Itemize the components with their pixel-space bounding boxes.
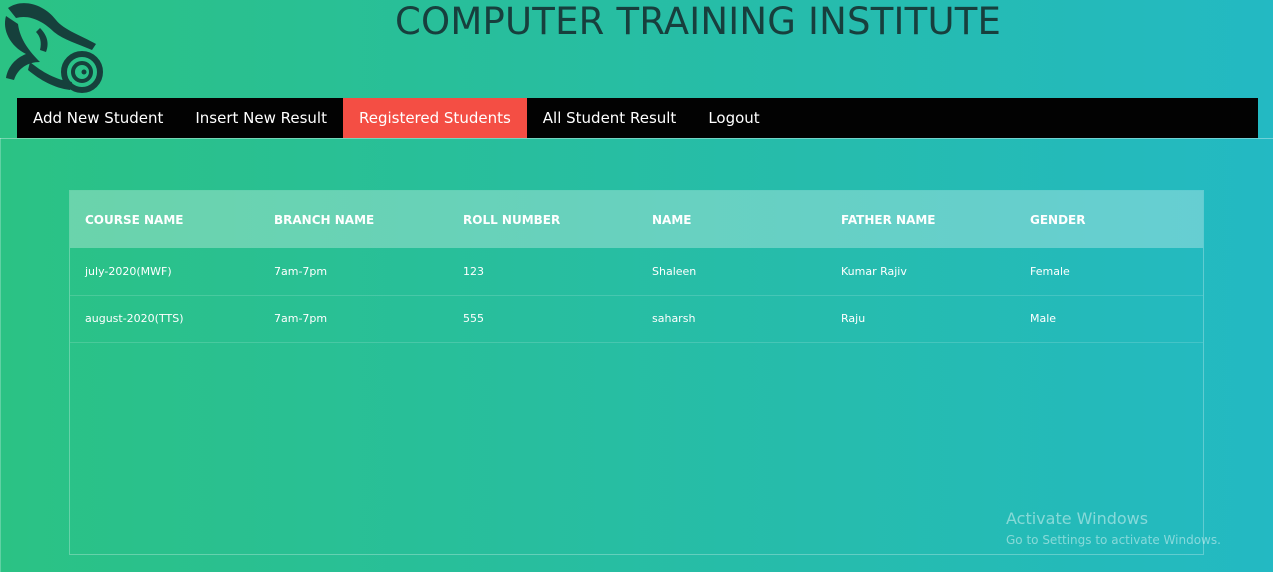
cell-gender: Male [1030, 312, 1057, 325]
cell-name: saharsh [652, 312, 696, 325]
nav-registered-students[interactable]: Registered Students [342, 98, 527, 138]
column-header-gender: GENDER [1030, 212, 1086, 227]
activate-windows-watermark: Activate Windows Go to Settings to activ… [1006, 509, 1221, 551]
column-header-name: NAME [652, 212, 692, 227]
table-header-row: COURSE NAME BRANCH NAME ROLL NUMBER NAME… [70, 191, 1203, 248]
cell-father-name: Raju [841, 312, 866, 325]
cell-course-name: august-2020(TTS) [85, 312, 184, 325]
institute-logo-icon [4, 3, 103, 93]
cell-father-name: Kumar Rajiv [841, 264, 907, 278]
table-row: july-2020(MWF) 7am-7pm 123 Shaleen Kumar… [70, 248, 1203, 295]
cell-name: Shaleen [652, 264, 697, 278]
column-header-branch-name: BRANCH NAME [274, 212, 375, 227]
content-left-border [0, 138, 1, 572]
page-title: COMPUTER TRAINING INSTITUTE [395, 0, 1002, 43]
registered-students-table: COURSE NAME BRANCH NAME ROLL NUMBER NAME… [70, 191, 1203, 343]
cell-roll-number: 555 [463, 312, 484, 325]
nav-logout[interactable]: Logout [692, 98, 775, 138]
cell-roll-number: 123 [463, 264, 484, 278]
table-row: august-2020(TTS) 7am-7pm 555 saharsh Raj… [70, 295, 1203, 342]
nav-all-student-result[interactable]: All Student Result [527, 98, 693, 138]
column-header-father-name: FATHER NAME [841, 212, 936, 227]
nav-add-new-student[interactable]: Add New Student [17, 98, 179, 138]
watermark-title: Activate Windows [1006, 509, 1149, 528]
content-divider [0, 138, 1273, 139]
nav-insert-new-result[interactable]: Insert New Result [179, 98, 343, 138]
watermark-subtitle: Go to Settings to activate Windows. [1006, 533, 1221, 547]
cell-gender: Female [1030, 264, 1070, 278]
students-table-container: COURSE NAME BRANCH NAME ROLL NUMBER NAME… [69, 190, 1204, 555]
column-header-roll-number: ROLL NUMBER [463, 212, 561, 227]
column-header-course-name: COURSE NAME [85, 212, 184, 227]
cell-branch-name: 7am-7pm [274, 312, 328, 325]
cell-course-name: july-2020(MWF) [85, 264, 172, 278]
main-navbar: Add New Student Insert New Result Regist… [17, 98, 1258, 138]
cell-branch-name: 7am-7pm [274, 264, 328, 278]
